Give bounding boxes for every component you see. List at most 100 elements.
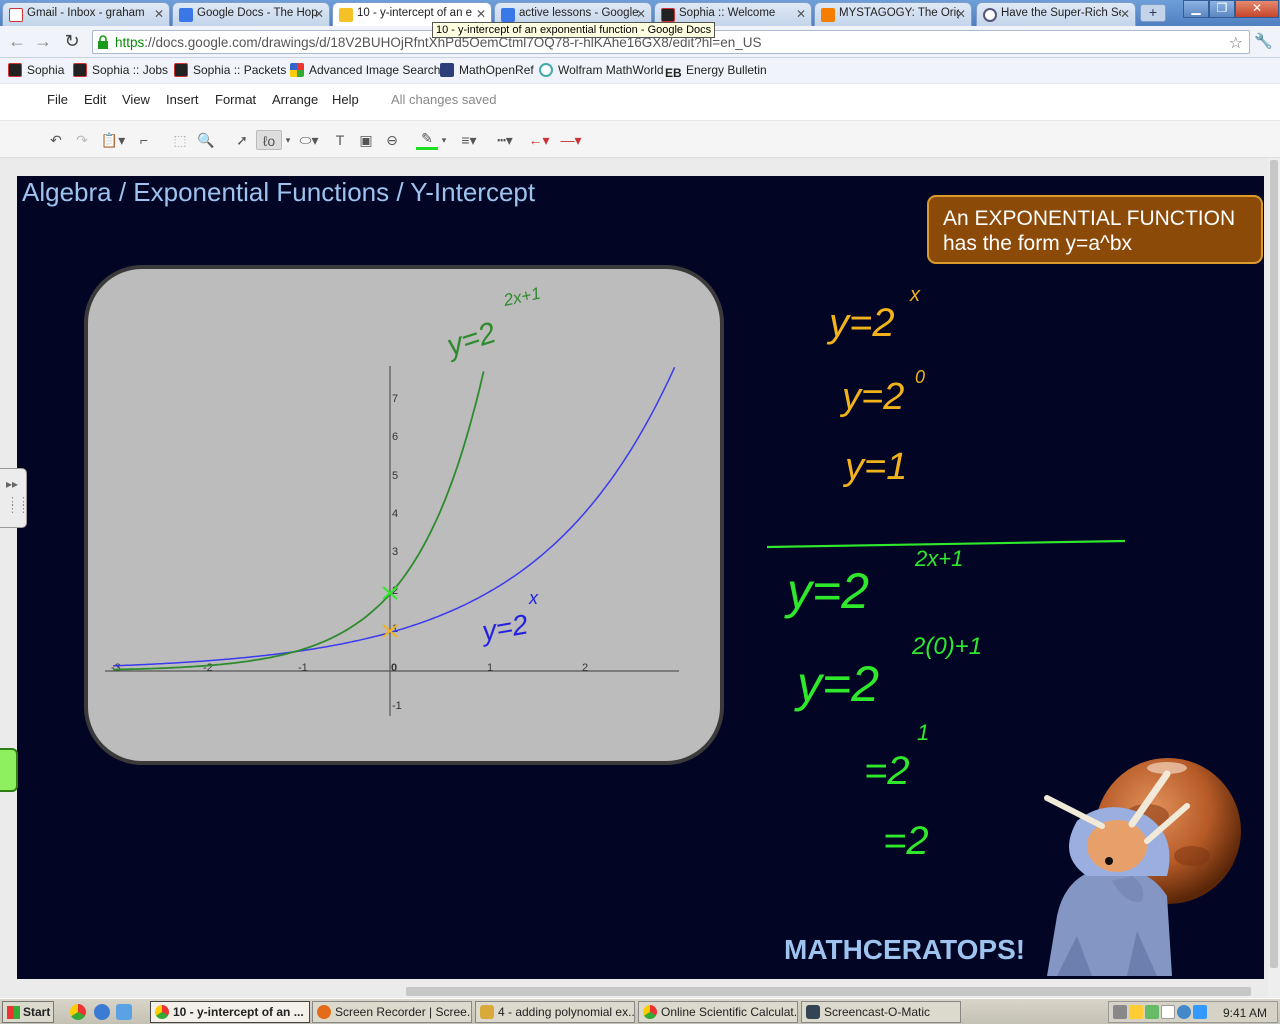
close-icon[interactable]: ✕ bbox=[636, 7, 646, 21]
undo-icon[interactable]: ↶ bbox=[46, 130, 66, 150]
work1-line-2: y=2 bbox=[839, 376, 904, 418]
forward-arrow-icon[interactable]: → bbox=[32, 32, 54, 52]
line-start-icon[interactable]: ←▾ bbox=[524, 130, 554, 150]
tray-icon[interactable] bbox=[1145, 1005, 1159, 1019]
close-icon[interactable]: ✕ bbox=[956, 7, 966, 21]
horizontal-scrollbar[interactable] bbox=[406, 987, 1251, 996]
side-panel-handle[interactable]: ▸▸ ⋮⋮ ⋮⋮ bbox=[0, 468, 29, 528]
tab-label: Sophia :: Welcome bbox=[679, 7, 776, 19]
menu-help[interactable]: Help bbox=[332, 92, 359, 107]
close-icon[interactable]: ✕ bbox=[154, 7, 164, 21]
x-tick-label: 1 bbox=[487, 662, 493, 674]
graph-plot: -3 -2 -1 0 1 2 7 6 5 4 3 2 1 -1 y=2 2x+1… bbox=[105, 284, 1241, 976]
chevron-down-icon[interactable]: ▾ bbox=[284, 130, 292, 150]
minimize-button[interactable]: ▁ bbox=[1183, 0, 1209, 18]
tray-icon[interactable] bbox=[1113, 1005, 1127, 1019]
bookmark-energy-bulletin[interactable]: EB Energy Bulletin bbox=[665, 63, 767, 80]
drawing-slide[interactable]: Algebra / Exponential Functions / Y-Inte… bbox=[17, 176, 1264, 979]
taskbar-item-screen-recorder[interactable]: Screen Recorder | Scree... bbox=[312, 1001, 472, 1023]
bookmark-sophia-packets[interactable]: Sophia :: Packets bbox=[174, 63, 286, 77]
tab-label: Have the Super-Rich Se bbox=[1001, 7, 1121, 19]
image-search-icon bbox=[290, 63, 304, 77]
taskbar-item-drawing[interactable]: 10 - y-intercept of an ... bbox=[150, 1001, 310, 1023]
tray-icon[interactable] bbox=[1129, 1005, 1143, 1019]
menu-view[interactable]: View bbox=[122, 92, 150, 107]
line-weight-icon[interactable]: ≡▾ bbox=[454, 130, 484, 150]
chrome-quicklaunch-icon[interactable] bbox=[70, 1004, 86, 1020]
tab-gmail[interactable]: Gmail - Inbox - graham ✕ bbox=[2, 2, 170, 26]
vertical-scrollbar[interactable] bbox=[1268, 158, 1280, 998]
menu-edit[interactable]: Edit bbox=[84, 92, 106, 107]
bookmark-star-icon[interactable]: ☆ bbox=[1229, 33, 1243, 53]
tab-mystagogy[interactable]: MYSTAGOGY: The Origi ✕ bbox=[814, 2, 972, 26]
tab-google-docs-hopp[interactable]: Google Docs - The Hopp ✕ bbox=[172, 2, 330, 26]
x-tick-label: -3 bbox=[111, 662, 121, 674]
shape-icon[interactable]: ⬭▾ bbox=[294, 130, 324, 150]
screencast-icon bbox=[806, 1005, 820, 1019]
line-end-icon[interactable]: —▾ bbox=[556, 130, 586, 150]
task-label: Screencast-O-Matic bbox=[824, 1005, 931, 1019]
close-icon[interactable]: ✕ bbox=[1120, 7, 1130, 21]
text-box-icon[interactable]: T bbox=[330, 130, 350, 150]
drawing-toolbar: ↶ ↷ 📋▾ ⌐ ⬚ 🔍 ➚ ℓo ▾ ⬭▾ T ▣ ⊖ ✎ ▾ ≡▾ ┅▾ ←… bbox=[0, 120, 1280, 158]
paste-icon[interactable]: 📋▾ bbox=[98, 130, 128, 150]
scrollbar-thumb[interactable] bbox=[1270, 160, 1278, 968]
chrome-icon bbox=[155, 1005, 169, 1019]
url-scheme: https bbox=[115, 35, 145, 50]
tray-icon[interactable] bbox=[1161, 1005, 1175, 1019]
select-arrow-icon[interactable]: ➚ bbox=[232, 130, 252, 150]
select-area-icon[interactable]: ⬚ bbox=[170, 130, 190, 150]
work2-line-4: =2 bbox=[883, 819, 929, 863]
close-icon[interactable]: ✕ bbox=[314, 7, 324, 21]
tab-label: 10 - y-intercept of an e bbox=[357, 7, 473, 19]
work2-exponent-2: 2(0)+1 bbox=[911, 633, 982, 660]
chevron-down-icon[interactable]: ▾ bbox=[440, 130, 448, 150]
y-tick-label: -1 bbox=[392, 700, 402, 712]
taskbar-item-calculator[interactable]: Online Scientific Calculat... bbox=[638, 1001, 798, 1023]
bookmark-sophia[interactable]: Sophia bbox=[8, 63, 64, 77]
start-button[interactable]: Start bbox=[2, 1001, 54, 1023]
close-window-button[interactable]: ✕ bbox=[1235, 0, 1279, 18]
ie-quicklaunch-icon[interactable] bbox=[94, 1004, 110, 1020]
menu-file[interactable]: File bbox=[47, 92, 68, 107]
close-icon[interactable]: ✕ bbox=[796, 7, 806, 21]
wrench-icon[interactable]: 🔧 bbox=[1254, 32, 1273, 50]
tray-icon[interactable] bbox=[1177, 1005, 1191, 1019]
tab-super-rich[interactable]: Have the Super-Rich Se ✕ bbox=[976, 2, 1136, 26]
tray-icon[interactable] bbox=[1193, 1005, 1207, 1019]
energy-bulletin-icon: EB bbox=[665, 66, 682, 80]
firefox-icon bbox=[317, 1005, 331, 1019]
work2-line-2: y=2 bbox=[794, 656, 879, 712]
paint-format-icon[interactable]: ⌐ bbox=[134, 130, 154, 150]
desktop-quicklaunch-icon[interactable] bbox=[116, 1004, 132, 1020]
reload-icon[interactable]: ↻ bbox=[61, 32, 83, 52]
image-icon[interactable]: ▣ bbox=[356, 130, 376, 150]
taskbar-item-screencast[interactable]: Screencast-O-Matic bbox=[801, 1001, 961, 1023]
menu-insert[interactable]: Insert bbox=[166, 92, 199, 107]
bookmark-mathopenref[interactable]: MathOpenRef bbox=[440, 63, 534, 77]
bookmark-wolfram-mathworld[interactable]: Wolfram MathWorld bbox=[539, 63, 664, 77]
line-dash-icon[interactable]: ┅▾ bbox=[490, 130, 520, 150]
back-arrow-icon[interactable]: ← bbox=[6, 32, 28, 52]
bookmark-sophia-jobs[interactable]: Sophia :: Jobs bbox=[73, 63, 168, 77]
zoom-icon[interactable]: 🔍 bbox=[196, 130, 216, 150]
taskbar-item-polynomial[interactable]: 4 - adding polynomial ex... bbox=[475, 1001, 635, 1023]
curve-2-to-2x-plus-1 bbox=[113, 371, 485, 671]
close-icon[interactable]: ✕ bbox=[476, 7, 486, 21]
link-icon[interactable]: ⊖ bbox=[382, 130, 402, 150]
maximize-button[interactable]: ❐ bbox=[1209, 0, 1235, 18]
blue-curve-label: y=2 bbox=[478, 608, 531, 647]
bookmark-advanced-image-search[interactable]: Advanced Image Search bbox=[290, 63, 440, 77]
menu-arrange[interactable]: Arrange bbox=[272, 92, 318, 107]
y-tick-label: 6 bbox=[392, 431, 398, 443]
menu-format[interactable]: Format bbox=[215, 92, 256, 107]
bookmark-label: MathOpenRef bbox=[459, 63, 534, 77]
docs-menu-bar: File Edit View Insert Format Arrange Hel… bbox=[0, 84, 1280, 120]
work1-line-1: y=2 bbox=[826, 301, 895, 345]
new-tab-button[interactable]: + bbox=[1140, 4, 1166, 22]
line-color-icon[interactable]: ✎ bbox=[416, 130, 438, 150]
system-tray: 9:41 AM bbox=[1108, 1001, 1278, 1023]
redo-icon[interactable]: ↷ bbox=[72, 130, 92, 150]
scribble-icon[interactable]: ℓo bbox=[256, 130, 282, 150]
tab-label: MYSTAGOGY: The Origi bbox=[839, 7, 959, 19]
